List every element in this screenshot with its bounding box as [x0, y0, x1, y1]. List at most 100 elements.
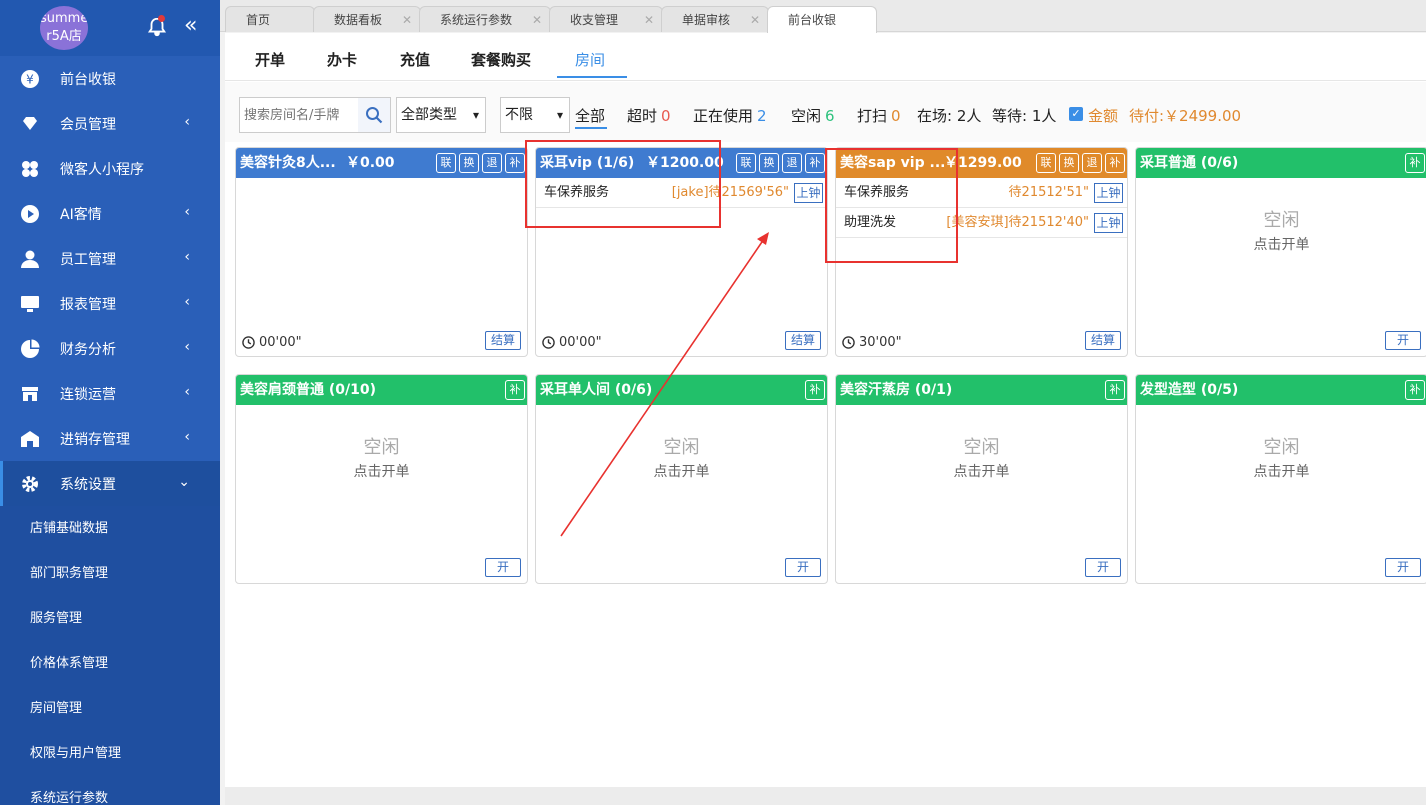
- start-service-button[interactable]: 上钟: [1094, 213, 1123, 233]
- sidebar-item-label: 会员管理: [60, 116, 116, 133]
- link-room-button[interactable]: 联: [436, 153, 456, 173]
- change-room-button[interactable]: 换: [759, 153, 779, 173]
- horizontal-scrollbar[interactable]: [225, 787, 1426, 805]
- supplement-button[interactable]: 补: [1105, 380, 1125, 400]
- sidebar-item-ai[interactable]: AI客情 ‹: [0, 191, 220, 236]
- clover-icon: [20, 159, 40, 179]
- open-room-button[interactable]: 开: [785, 558, 821, 577]
- limit-select[interactable]: 不限 ▾: [500, 97, 570, 133]
- submenu-item-runtime-params[interactable]: 系统运行参数: [0, 776, 220, 805]
- start-service-button[interactable]: 上钟: [1094, 183, 1123, 203]
- start-service-button[interactable]: 上钟: [794, 183, 823, 203]
- open-order-hint[interactable]: 点击开单: [836, 461, 1127, 481]
- filter-cleaning[interactable]: 打扫 0: [857, 105, 901, 126]
- search-box: [239, 97, 391, 133]
- sidebar-item-cashier[interactable]: ¥ 前台收银: [0, 56, 220, 101]
- tab-income-expense[interactable]: 收支管理 ✕: [549, 6, 663, 32]
- sidebar-item-inventory[interactable]: 进销存管理 ‹: [0, 416, 220, 461]
- open-order-hint[interactable]: 点击开单: [1136, 461, 1426, 481]
- pie-icon: [20, 339, 40, 359]
- open-order-hint[interactable]: 点击开单: [236, 461, 527, 481]
- tab-runtime-params[interactable]: 系统运行参数 ✕: [419, 6, 551, 32]
- open-room-button[interactable]: 开: [1385, 331, 1421, 350]
- room-type-select[interactable]: 全部类型 ▾: [396, 97, 486, 133]
- filter-in-use[interactable]: 正在使用 2: [693, 105, 767, 126]
- active-subnav-indicator: [557, 76, 627, 78]
- filter-all[interactable]: 全部: [575, 105, 605, 126]
- checkout-button[interactable]: 结算: [785, 331, 821, 350]
- supplement-button[interactable]: 补: [1405, 380, 1425, 400]
- supplement-button[interactable]: 补: [1105, 153, 1125, 173]
- supplement-button[interactable]: 补: [805, 380, 825, 400]
- search-input[interactable]: [240, 98, 358, 132]
- subnav-card[interactable]: 办卡: [327, 49, 357, 70]
- subnav-recharge[interactable]: 充值: [400, 49, 430, 70]
- room-card[interactable]: 发型造型 (0/5) 补 空闲 点击开单 开: [1135, 374, 1426, 584]
- supplement-button[interactable]: 补: [505, 380, 525, 400]
- sidebar-item-chain[interactable]: 连锁运营 ‹: [0, 371, 220, 416]
- submenu-item-store-data[interactable]: 店铺基础数据: [0, 506, 220, 551]
- submenu-item-permissions[interactable]: 权限与用户管理: [0, 731, 220, 776]
- subnav-open-order[interactable]: 开单: [255, 49, 285, 70]
- sidebar-item-settings[interactable]: 系统设置 ⌄: [0, 461, 220, 506]
- change-room-button[interactable]: 换: [459, 153, 479, 173]
- search-button[interactable]: [358, 98, 390, 132]
- open-room-button[interactable]: 开: [485, 558, 521, 577]
- filter-overtime[interactable]: 超时 0: [627, 105, 671, 126]
- open-room-button[interactable]: 开: [1085, 558, 1121, 577]
- sidebar-item-reports[interactable]: 报表管理 ‹: [0, 281, 220, 326]
- submenu-item-pricing[interactable]: 价格体系管理: [0, 641, 220, 686]
- collapse-sidebar-icon[interactable]: «: [184, 14, 197, 38]
- subnav-package[interactable]: 套餐购买: [471, 49, 531, 70]
- idle-status: 空闲: [1263, 437, 1300, 458]
- refund-button[interactable]: 退: [1082, 153, 1102, 173]
- close-icon[interactable]: ✕: [750, 7, 760, 33]
- supplement-button[interactable]: 补: [1405, 153, 1425, 173]
- checkout-button[interactable]: 结算: [485, 331, 521, 350]
- tab-home[interactable]: 首页: [225, 6, 315, 32]
- room-card[interactable]: 采耳单人间 (0/6) 补 空闲 点击开单 开: [535, 374, 828, 584]
- room-actions: 补: [505, 380, 525, 400]
- tab-front-cashier[interactable]: 前台收银: [767, 6, 877, 33]
- room-header: 采耳单人间 (0/6) 补: [536, 375, 827, 405]
- link-room-button[interactable]: 联: [736, 153, 756, 173]
- tab-dashboard[interactable]: 数据看板 ✕: [313, 6, 421, 32]
- sidebar-item-finance[interactable]: 财务分析 ‹: [0, 326, 220, 371]
- submenu-item-department[interactable]: 部门职务管理: [0, 551, 220, 596]
- store-avatar[interactable]: summe r5A店: [40, 6, 88, 50]
- diamond-icon: [20, 114, 40, 134]
- submenu-item-rooms[interactable]: 房间管理: [0, 686, 220, 731]
- room-time: 00'00": [559, 335, 602, 350]
- service-status: 待21512'51": [1008, 185, 1089, 200]
- room-card[interactable]: 美容肩颈普通 (0/10) 补 空闲 点击开单 开: [235, 374, 528, 584]
- close-icon[interactable]: ✕: [402, 7, 412, 33]
- tab-doc-review[interactable]: 单据审核 ✕: [661, 6, 769, 32]
- avatar-line1: summe: [40, 11, 88, 26]
- supplement-button[interactable]: 补: [805, 153, 825, 173]
- open-room-button[interactable]: 开: [1385, 558, 1421, 577]
- open-order-hint[interactable]: 点击开单: [1136, 234, 1426, 254]
- sidebar-item-staff[interactable]: 员工管理 ‹: [0, 236, 220, 281]
- amount-checkbox[interactable]: ✓: [1069, 107, 1083, 121]
- submenu-item-service[interactable]: 服务管理: [0, 596, 220, 641]
- subnav-rooms[interactable]: 房间: [575, 49, 605, 70]
- room-card[interactable]: 采耳普通 (0/6) 补 空闲 点击开单 开: [1135, 147, 1426, 357]
- close-icon[interactable]: ✕: [644, 7, 654, 33]
- open-order-hint[interactable]: 点击开单: [536, 461, 827, 481]
- room-actions: 补: [1405, 153, 1425, 173]
- supplement-button[interactable]: 补: [505, 153, 525, 173]
- sidebar-item-miniprogram[interactable]: 微客人小程序: [0, 146, 220, 191]
- close-icon[interactable]: ✕: [532, 7, 542, 33]
- filter-idle[interactable]: 空闲 6: [791, 105, 835, 126]
- room-card[interactable]: 美容汗蒸房 (0/1) 补 空闲 点击开单 开: [835, 374, 1128, 584]
- pending-amount: 待付:￥2499.00: [1129, 107, 1242, 125]
- change-room-button[interactable]: 换: [1059, 153, 1079, 173]
- link-room-button[interactable]: 联: [1036, 153, 1056, 173]
- room-header: 美容针灸8人... ￥0.00 联 换 退 补: [236, 148, 527, 178]
- room-header: 美容汗蒸房 (0/1) 补: [836, 375, 1127, 405]
- checkout-button[interactable]: 结算: [1085, 331, 1121, 350]
- room-card[interactable]: 美容针灸8人... ￥0.00 联 换 退 补 00'00" 结算: [235, 147, 528, 357]
- sidebar-item-members[interactable]: 会员管理 ‹: [0, 101, 220, 146]
- refund-button[interactable]: 退: [482, 153, 502, 173]
- refund-button[interactable]: 退: [782, 153, 802, 173]
